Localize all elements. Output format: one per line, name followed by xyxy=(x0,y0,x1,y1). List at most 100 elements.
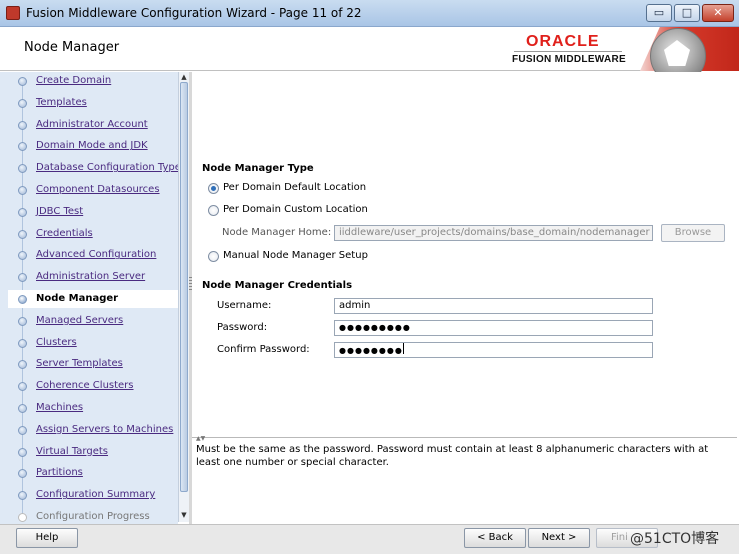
step-status-icon xyxy=(18,98,27,108)
help-text-panel: ▲▼ Must be the same as the password. Pas… xyxy=(192,435,737,523)
nav-step-jdbc-test[interactable]: JDBC Test xyxy=(8,203,178,221)
node-manager-home-input[interactable]: iiddleware/user_projects/domains/base_do… xyxy=(334,225,653,241)
scroll-thumb[interactable] xyxy=(180,82,188,492)
nav-step-label[interactable]: JDBC Test xyxy=(36,206,83,217)
nav-step-credentials[interactable]: Credentials xyxy=(8,225,178,243)
window-title: Fusion Middleware Configuration Wizard -… xyxy=(26,6,362,20)
nav-step-create-domain[interactable]: Create Domain xyxy=(8,72,178,90)
nav-step-clusters[interactable]: Clusters xyxy=(8,334,178,352)
page-title: Node Manager xyxy=(24,40,120,55)
nav-step-label[interactable]: Virtual Targets xyxy=(36,446,108,457)
radio-per-domain-default-label[interactable]: Per Domain Default Location xyxy=(223,182,366,193)
password-input[interactable]: ●●●●●●●●● xyxy=(334,320,653,336)
step-status-icon xyxy=(18,469,27,479)
radio-manual-setup[interactable] xyxy=(208,251,219,262)
nav-step-administration-server[interactable]: Administration Server xyxy=(8,268,178,286)
username-label: Username: xyxy=(217,300,272,311)
step-status-icon xyxy=(18,491,27,501)
nav-step-label[interactable]: Partitions xyxy=(36,467,83,478)
nav-step-node-manager[interactable]: Node Manager xyxy=(8,290,178,308)
nav-step-label[interactable]: Domain Mode and JDK xyxy=(36,140,148,151)
logo-divider xyxy=(514,51,622,52)
main-panel: Node Manager Type Per Domain Default Loc… xyxy=(192,72,737,436)
next-button[interactable]: Next > xyxy=(528,528,590,548)
nav-step-templates[interactable]: Templates xyxy=(8,94,178,112)
step-status-icon xyxy=(18,316,27,326)
wizard-footer: Help < Back Next > Fini xyxy=(0,524,739,554)
nav-step-component-datasources[interactable]: Component Datasources xyxy=(8,181,178,199)
password-label: Password: xyxy=(217,322,268,333)
node-manager-type-title: Node Manager Type xyxy=(202,163,314,174)
step-status-icon xyxy=(18,120,27,130)
node-manager-home-label: Node Manager Home: xyxy=(222,227,332,238)
step-status-icon xyxy=(18,186,27,195)
nav-step-label[interactable]: Create Domain xyxy=(36,75,111,86)
step-status-icon xyxy=(18,338,27,348)
step-status-icon xyxy=(18,229,27,239)
help-message: Must be the same as the password. Passwo… xyxy=(196,444,709,468)
nav-step-label[interactable]: Templates xyxy=(36,97,87,108)
step-status-icon xyxy=(18,382,27,392)
step-status-icon xyxy=(18,447,27,457)
username-input[interactable]: admin xyxy=(334,298,653,314)
app-icon xyxy=(6,6,20,20)
nav-step-label[interactable]: Administration Server xyxy=(36,271,145,282)
step-status-icon xyxy=(18,273,27,283)
nav-scrollbar[interactable]: ▲ ▼ xyxy=(178,72,189,522)
nav-step-label[interactable]: Configuration Summary xyxy=(36,489,155,500)
confirm-password-label: Confirm Password: xyxy=(217,344,310,355)
step-status-icon xyxy=(18,77,27,86)
nav-step-label[interactable]: Clusters xyxy=(36,337,77,348)
radio-manual-setup-label[interactable]: Manual Node Manager Setup xyxy=(223,250,368,261)
nav-step-label[interactable]: Coherence Clusters xyxy=(36,380,134,391)
browse-button[interactable]: Browse xyxy=(661,224,725,242)
nav-step-advanced-configuration[interactable]: Advanced Configuration xyxy=(8,246,178,264)
wizard-header: Node Manager ORACLE FUSION MIDDLEWARE xyxy=(0,27,739,84)
nav-step-label[interactable]: Server Templates xyxy=(36,358,123,369)
step-status-icon xyxy=(18,513,27,522)
confirm-password-input[interactable]: ●●●●●●●● xyxy=(334,342,653,358)
nav-step-label[interactable]: Assign Servers to Machines xyxy=(36,424,173,435)
nav-step-label[interactable]: Administrator Account xyxy=(36,119,148,130)
node-manager-credentials-title: Node Manager Credentials xyxy=(202,280,353,291)
nav-step-machines[interactable]: Machines xyxy=(8,399,178,417)
radio-per-domain-default[interactable] xyxy=(208,183,219,194)
nav-step-label[interactable]: Component Datasources xyxy=(36,184,160,195)
step-status-icon xyxy=(18,404,27,413)
close-button[interactable]: ✕ xyxy=(702,4,734,22)
step-status-icon xyxy=(18,251,27,261)
radio-per-domain-custom[interactable] xyxy=(208,205,219,216)
step-status-icon xyxy=(18,425,27,435)
nav-step-label[interactable]: Managed Servers xyxy=(36,315,123,326)
fusion-middleware-text: FUSION MIDDLEWARE xyxy=(512,54,626,65)
radio-per-domain-custom-label[interactable]: Per Domain Custom Location xyxy=(223,204,368,215)
nav-step-coherence-clusters[interactable]: Coherence Clusters xyxy=(8,377,178,395)
nav-step-label[interactable]: Node Manager xyxy=(36,293,118,304)
wizard-steps-nav: Create Domain Templates Administrator Acco… xyxy=(8,72,178,522)
nav-step-configuration-summary[interactable]: Configuration Summary xyxy=(8,486,178,504)
nav-step-database-configuration-type[interactable]: Database Configuration Type xyxy=(8,159,178,177)
nav-step-label[interactable]: Advanced Configuration xyxy=(36,249,156,260)
nav-step-label[interactable]: Credentials xyxy=(36,228,93,239)
nav-step-virtual-targets[interactable]: Virtual Targets xyxy=(8,443,178,461)
nav-step-partitions[interactable]: Partitions xyxy=(8,464,178,482)
scroll-up-icon[interactable]: ▲ xyxy=(179,72,189,82)
scroll-down-icon[interactable]: ▼ xyxy=(179,510,189,520)
nav-step-domain-mode-and-jdk[interactable]: Domain Mode and JDK xyxy=(8,137,178,155)
nav-step-label[interactable]: Database Configuration Type xyxy=(36,162,178,173)
oracle-logo-text: ORACLE xyxy=(526,33,600,50)
back-button[interactable]: < Back xyxy=(464,528,526,548)
help-button[interactable]: Help xyxy=(16,528,78,548)
nav-step-configuration-progress: Configuration Progress xyxy=(8,508,178,522)
nav-step-managed-servers[interactable]: Managed Servers xyxy=(8,312,178,330)
step-status-icon xyxy=(18,207,27,217)
nav-step-administrator-account[interactable]: Administrator Account xyxy=(8,116,178,134)
nav-step-label[interactable]: Machines xyxy=(36,402,83,413)
nav-step-assign-servers-to-machines[interactable]: Assign Servers to Machines xyxy=(8,421,178,439)
resize-grip-icon[interactable]: ▲▼ xyxy=(196,435,205,442)
confirm-password-value: ●●●●●●●● xyxy=(339,346,403,355)
minimize-button[interactable]: ▭ xyxy=(646,4,672,22)
maximize-button[interactable]: □ xyxy=(674,4,700,22)
nav-step-server-templates[interactable]: Server Templates xyxy=(8,355,178,373)
step-status-icon xyxy=(18,295,27,304)
